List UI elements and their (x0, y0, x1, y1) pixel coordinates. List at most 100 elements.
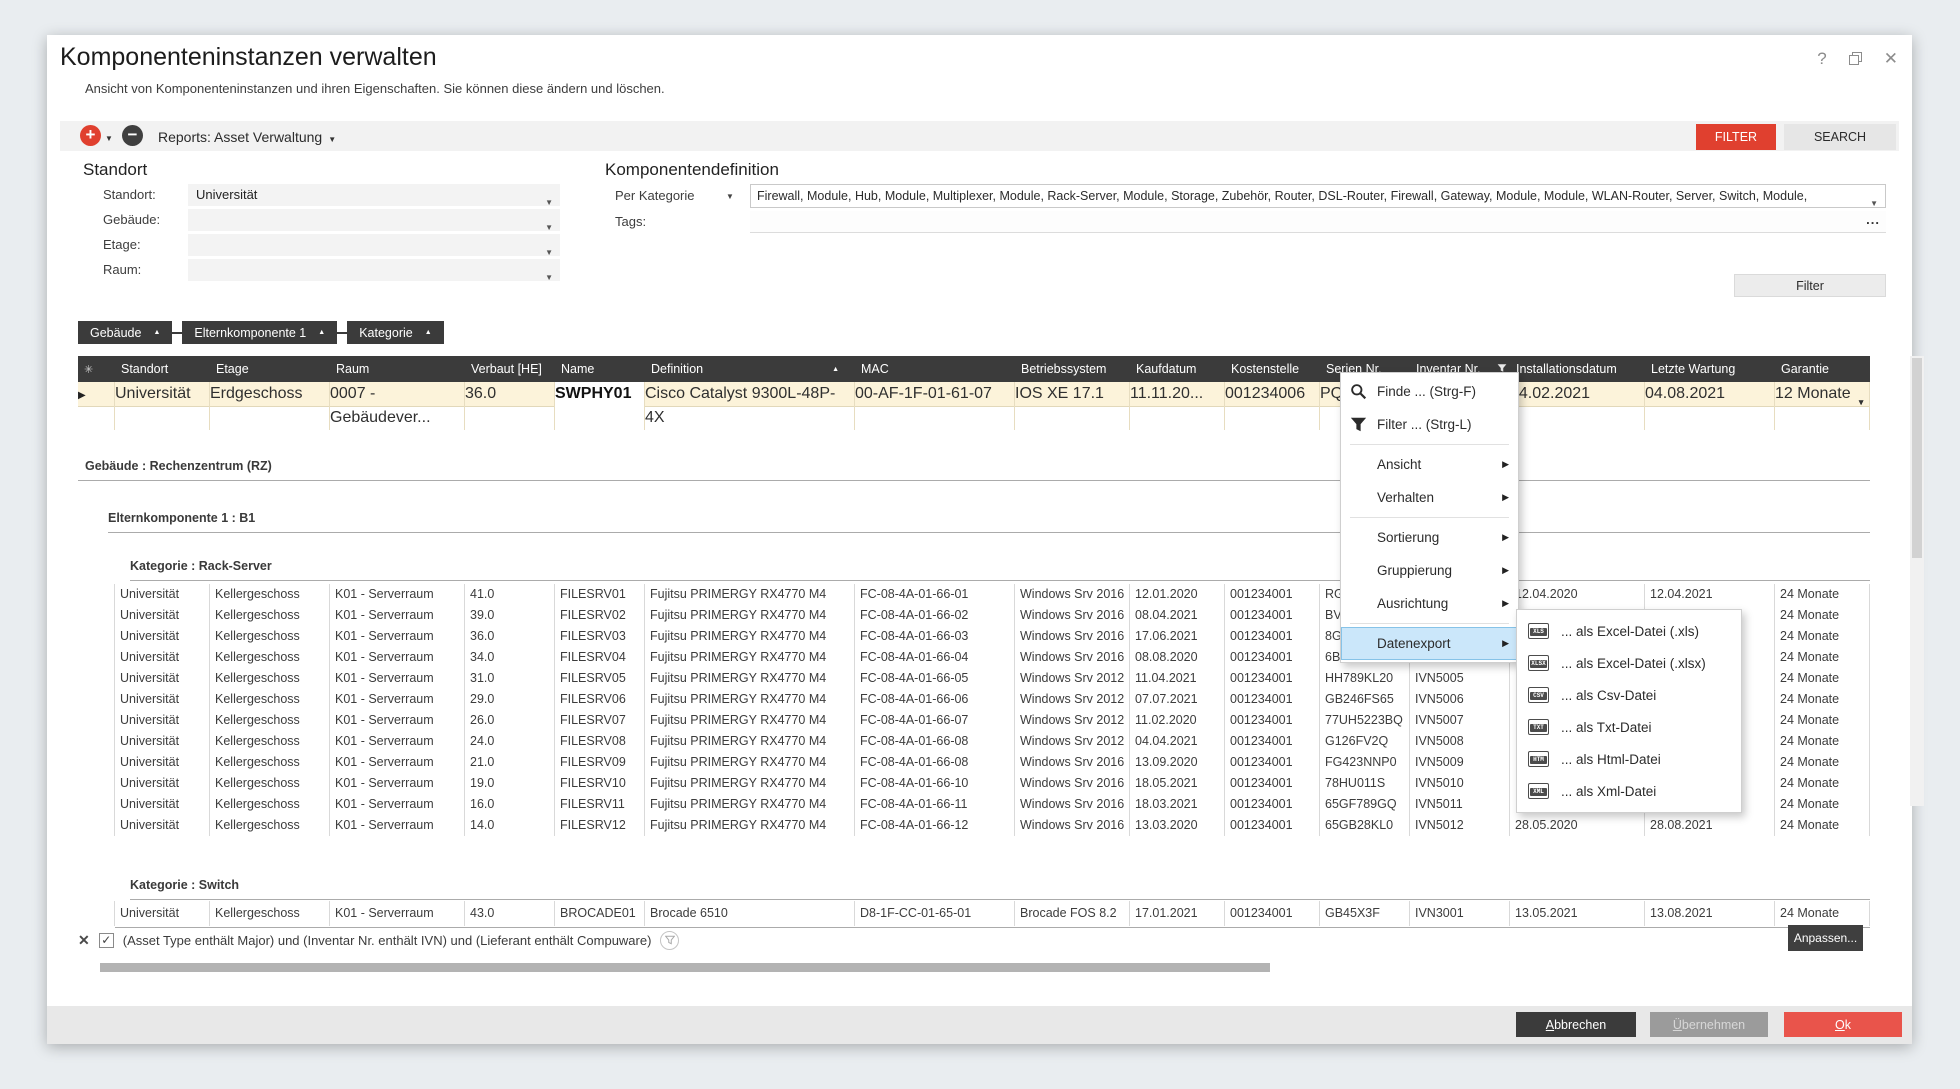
cancel-button[interactable]: Abbrechen (1516, 1012, 1636, 1037)
anpassen-button[interactable]: Anpassen... (1788, 925, 1863, 951)
filter-funnel-icon[interactable] (660, 931, 679, 950)
export-item-xls[interactable]: XLS... als Excel-Datei (.xls) (1517, 615, 1741, 647)
ok-button[interactable]: Ok (1784, 1012, 1902, 1037)
column-header-kostenstelle[interactable]: Kostenstelle (1225, 356, 1320, 382)
row-selector-cell[interactable] (78, 605, 115, 626)
field-dropdown[interactable]: ▼ (188, 234, 560, 256)
menu-item-gruppierung[interactable]: Gruppierung▶ (1341, 554, 1518, 587)
row-selector-cell[interactable] (78, 647, 115, 668)
filter-enabled-checkbox[interactable]: ✓ (99, 933, 114, 948)
column-header-garantie[interactable]: Garantie (1775, 356, 1870, 382)
remove-filter-icon[interactable]: ✕ (78, 932, 90, 949)
row-selector-cell[interactable] (78, 689, 115, 710)
column-header-name[interactable]: Name (555, 356, 645, 382)
table-cell: FILESRV08 (555, 731, 645, 752)
table-cell: Kellergeschoss (210, 794, 330, 815)
menu-item-datenexport[interactable]: Datenexport▶ (1341, 627, 1518, 660)
vertical-scrollbar[interactable] (1910, 356, 1924, 806)
filter-main-button[interactable]: FILTER (1696, 124, 1776, 150)
restore-window-icon[interactable] (1849, 52, 1862, 65)
table-row[interactable]: UniversitätKellergeschossK01 - Serverrau… (78, 584, 1870, 605)
column-header-etage[interactable]: Etage (210, 356, 330, 382)
row-selector-cell[interactable] (78, 731, 115, 752)
column-header-selector[interactable]: ✳ (78, 356, 115, 382)
horizontal-scrollbar-thumb[interactable] (100, 963, 1270, 972)
column-header-installationsdatum[interactable]: Installationsdatum (1510, 356, 1645, 382)
table-cell: Fujitsu PRIMERGY RX4770 M4 (645, 773, 855, 794)
group-chip-kategorie[interactable]: Kategorie▲ (347, 321, 443, 344)
vertical-scrollbar-thumb[interactable] (1912, 358, 1922, 558)
chevron-down-icon[interactable]: ▼ (1857, 391, 1865, 415)
column-header-standort[interactable]: Standort (115, 356, 210, 382)
export-item-csv[interactable]: CSV... als Csv-Datei (1517, 679, 1741, 711)
group-header-elternkomponente[interactable]: Elternkomponente 1 : B1 (108, 511, 255, 525)
filter-small-button[interactable]: Filter (1734, 274, 1886, 297)
row-selector-cell[interactable] (78, 710, 115, 731)
group-header-switch[interactable]: Kategorie : Switch (130, 878, 239, 892)
export-item-xlsx[interactable]: XLSX... als Excel-Datei (.xlsx) (1517, 647, 1741, 679)
table-cell: 17.06.2021 (1130, 626, 1225, 647)
row-selector-cell[interactable] (78, 752, 115, 773)
menu-item-finde-strg-f-[interactable]: Finde ... (Strg-F) (1341, 375, 1518, 408)
column-header-raum[interactable]: Raum (330, 356, 465, 382)
field-dropdown[interactable]: ▼ (188, 259, 560, 281)
table-cell: 26.0 (465, 710, 555, 731)
add-button[interactable]: + (80, 125, 101, 146)
group-header-rack-server[interactable]: Kategorie : Rack-Server (130, 559, 272, 573)
help-icon[interactable]: ? (1817, 49, 1826, 69)
table-cell: FG423NNP0 (1320, 752, 1410, 773)
current-row-icon: ▶ (78, 390, 86, 401)
table-cell: 24 Monate (1775, 731, 1870, 752)
selected-grid-row[interactable]: ▶UniversitätErdgeschoss0007 - Gebäudever… (78, 382, 1870, 407)
table-cell: Windows Srv 2012 (1015, 689, 1130, 710)
export-item-xml[interactable]: XML... als Xml-Datei (1517, 775, 1741, 807)
menu-item-verhalten[interactable]: Verhalten▶ (1341, 481, 1518, 514)
column-header-verbaut-he-[interactable]: Verbaut [HE] (465, 356, 555, 382)
table-row[interactable]: UniversitätKellergeschossK01 - Serverrau… (78, 815, 1870, 836)
menu-item-ausrichtung[interactable]: Ausrichtung▶ (1341, 587, 1518, 620)
search-main-button[interactable]: SEARCH (1784, 124, 1896, 150)
chevron-down-icon: ▼ (545, 267, 553, 289)
export-item-label: ... als Csv-Datei (1561, 688, 1656, 703)
column-header-betriebssystem[interactable]: Betriebssystem (1015, 356, 1130, 382)
table-cell: IVN5009 (1410, 752, 1510, 773)
table-cell: Universität (115, 668, 210, 689)
row-selector-cell[interactable] (78, 668, 115, 689)
field-dropdown[interactable]: ▼ (188, 209, 560, 231)
row-selector-cell[interactable]: ▶ (78, 382, 115, 430)
export-item-label: ... als Txt-Datei (1561, 720, 1652, 735)
apply-button[interactable]: Übernehmen (1650, 1012, 1768, 1037)
remove-button[interactable]: − (122, 125, 143, 146)
row-selector-cell[interactable] (78, 794, 115, 815)
row-selector-cell[interactable] (78, 815, 115, 836)
column-header-definition[interactable]: Definition▲ (645, 356, 855, 382)
chip-label: Gebäude (90, 326, 141, 340)
group-header-gebaeude[interactable]: Gebäude : Rechenzentrum (RZ) (85, 459, 272, 473)
submenu-arrow-icon: ▶ (1502, 598, 1509, 609)
column-header-kaufdatum[interactable]: Kaufdatum (1130, 356, 1225, 382)
export-item-htm[interactable]: HTM... als Html-Datei (1517, 743, 1741, 775)
table-row[interactable]: UniversitätKellergeschossK01 - Serverrau… (78, 901, 1870, 926)
tags-input[interactable]: ... (750, 211, 1886, 233)
group-chip-elternkomponente-1[interactable]: Elternkomponente 1▲ (182, 321, 337, 344)
kategorie-value-field[interactable]: Firewall, Module, Hub, Module, Multiplex… (750, 184, 1886, 208)
row-selector-cell[interactable] (78, 584, 115, 605)
table-cell: 12.01.2020 (1130, 584, 1225, 605)
export-item-txt[interactable]: TXT... als Txt-Datei (1517, 711, 1741, 743)
menu-item-ansicht[interactable]: Ansicht▶ (1341, 448, 1518, 481)
close-icon[interactable]: ✕ (1884, 49, 1898, 69)
menu-item-filter-strg-l-[interactable]: Filter ... (Strg-L) (1341, 408, 1518, 441)
group-chip-gebäude[interactable]: Gebäude▲ (78, 321, 172, 344)
row-selector-cell[interactable] (78, 626, 115, 647)
reports-dropdown[interactable]: Reports: Asset Verwaltung▼ (158, 129, 336, 145)
row-selector-cell[interactable] (78, 773, 115, 794)
add-dropdown-caret-icon[interactable]: ▼ (105, 134, 113, 143)
submenu-arrow-icon: ▶ (1502, 492, 1509, 503)
column-header-letzte-wartung[interactable]: Letzte Wartung (1645, 356, 1775, 382)
per-kategorie-caret-icon[interactable]: ▼ (726, 192, 734, 201)
column-header-mac[interactable]: MAC (855, 356, 1015, 382)
ellipsis-button[interactable]: ... (1866, 212, 1880, 227)
row-selector-cell[interactable] (78, 901, 115, 926)
menu-item-sortierung[interactable]: Sortierung▶ (1341, 521, 1518, 554)
field-dropdown[interactable]: Universität▼ (188, 184, 560, 206)
